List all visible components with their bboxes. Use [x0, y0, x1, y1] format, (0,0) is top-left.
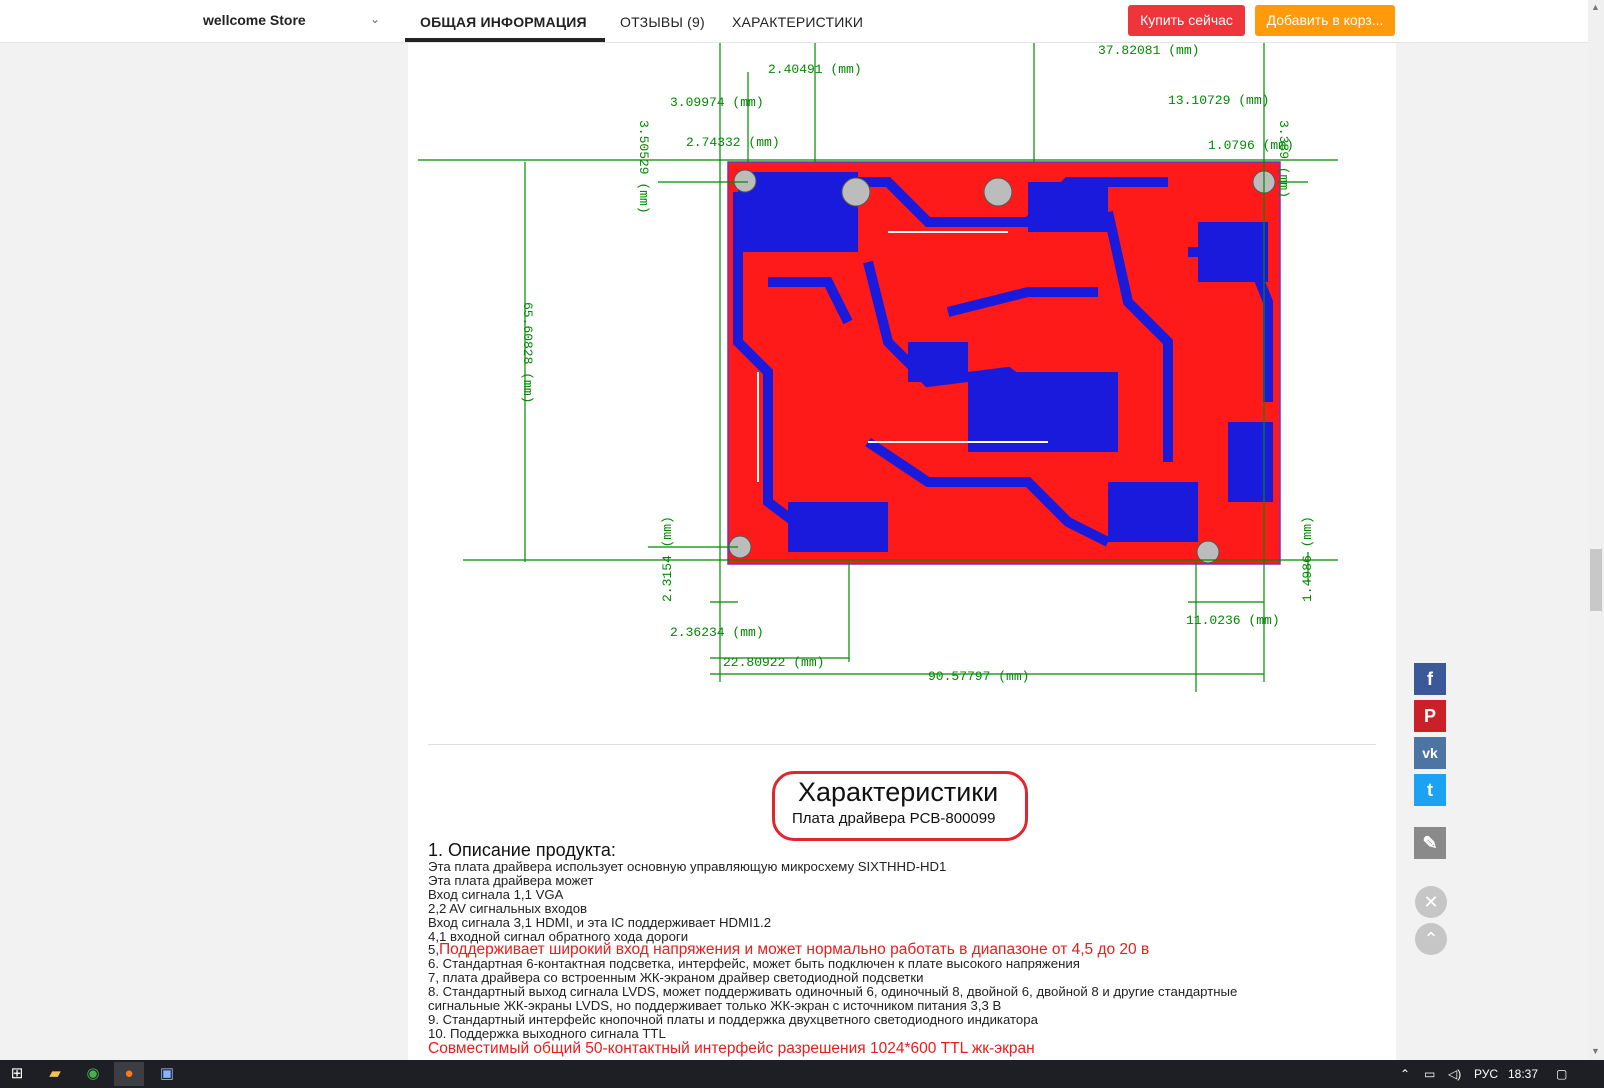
dim-label: 90.57797 (mm) [928, 669, 1029, 684]
buy-now-button[interactable]: Купить сейчас [1128, 5, 1245, 36]
active-tab-indicator [405, 38, 605, 42]
description-line: 10. Поддержка выходного сигнала TTL [428, 1025, 666, 1041]
description-line: Вход сигнала 1,1 VGA [428, 886, 564, 902]
dim-label: 2.3154 (mm) [660, 516, 675, 602]
dim-label: 37.82081 (mm) [1098, 43, 1199, 58]
vk-share-button[interactable]: vk [1414, 737, 1446, 769]
language-indicator[interactable]: РУС [1474, 1067, 1498, 1081]
pcb-dimension-drawing: 37.82081 (mm) 2.40491 (mm) 3.09974 (mm) … [418, 42, 1338, 692]
firefox-icon[interactable]: ● [114, 1062, 144, 1086]
dim-label: 65.60828 (mm) [520, 302, 535, 403]
store-header: wellcome Store ⌄ ОБЩАЯ ИНФОРМАЦИЯ ОТЗЫВЫ… [0, 0, 1588, 43]
pinterest-share-button[interactable]: P [1414, 700, 1446, 732]
dim-label: 2.40491 (mm) [768, 62, 862, 77]
product-description: 37.82081 (mm) 2.40491 (mm) 3.09974 (mm) … [408, 42, 1396, 1060]
dim-label: 13.10729 (mm) [1168, 93, 1269, 108]
dim-label: 22.80922 (mm) [723, 655, 824, 670]
scroll-to-top-icon[interactable]: ⌃ [1415, 923, 1447, 955]
description-line: 2,2 AV сигнальных входов [428, 900, 588, 916]
network-icon[interactable]: ▭ [1424, 1067, 1435, 1081]
scroll-thumb[interactable] [1590, 549, 1602, 611]
store-name[interactable]: wellcome Store [203, 12, 306, 28]
facebook-share-button[interactable]: f [1414, 663, 1446, 695]
description-heading: 1. Описание продукта: [428, 840, 616, 860]
description-line: Эта плата драйвера может [428, 872, 594, 888]
description-line: 9. Стандартный интерфейс кнопочной платы… [428, 1011, 1038, 1027]
volume-icon[interactable]: ◁) [1448, 1067, 1461, 1081]
tab-general-info[interactable]: ОБЩАЯ ИНФОРМАЦИЯ [420, 14, 587, 30]
dim-label: 3.50529 (mm) [636, 120, 651, 214]
description-line: Эта плата драйвера использует основную у… [428, 859, 947, 874]
description-line-red: Совместимый общий 50-контактный интерфей… [428, 1039, 1035, 1057]
folder-icon[interactable]: ▰ [40, 1062, 70, 1086]
dim-label: 1.4986 (mm) [1300, 516, 1315, 602]
clock[interactable]: 18:37 [1508, 1067, 1538, 1081]
description-line: 7, плата драйвера со встроенным ЖК-экран… [428, 970, 924, 986]
dim-label: 3.389 (mm) [1276, 120, 1291, 198]
app-icon[interactable]: ▣ [152, 1062, 182, 1086]
description-lines: Эта плата драйвера использует основную у… [428, 860, 1388, 1056]
close-icon[interactable]: ✕ [1415, 886, 1447, 918]
spec-title: Характеристики [798, 777, 999, 807]
section-divider [428, 744, 1376, 745]
chevron-down-icon[interactable]: ⌄ [370, 12, 380, 26]
dim-label: 2.74332 (mm) [686, 135, 780, 150]
scroll-up-arrow-icon[interactable]: ▲ [1591, 2, 1600, 12]
description-line: сигнальные ЖК-экраны LVDS, но поддержива… [428, 998, 1002, 1014]
edit-icon[interactable]: ✎ [1414, 827, 1446, 859]
description-line: Вход сигнала 3,1 HDMI, и эта IC поддержи… [428, 914, 772, 930]
add-to-cart-button[interactable]: Добавить в корз... [1255, 5, 1395, 36]
tray-chevron-icon[interactable]: ⌃ [1400, 1067, 1410, 1081]
chrome-icon[interactable]: ◉ [78, 1062, 108, 1086]
description-line: 8. Стандартный выход сигнала LVDS, может… [428, 984, 1238, 1000]
windows-taskbar [0, 1060, 1604, 1088]
description-line: 6. Стандартная 6-контактная подсветка, и… [428, 956, 1080, 972]
dim-label: 2.36234 (mm) [670, 625, 764, 640]
scroll-down-arrow-icon[interactable]: ▼ [1591, 1046, 1600, 1056]
twitter-share-button[interactable]: t [1414, 774, 1446, 806]
dim-label: 11.0236 (mm) [1186, 613, 1280, 628]
line-prefix: 5, [428, 942, 439, 958]
tab-reviews[interactable]: ОТЗЫВЫ (9) [620, 14, 705, 30]
page-scrollbar[interactable] [1588, 0, 1604, 1060]
spec-subtitle: Плата драйвера PCB-800099 [792, 810, 996, 827]
windows-icon[interactable]: ⊞ [2, 1062, 32, 1086]
tab-specifications[interactable]: ХАРАКТЕРИСТИКИ [732, 14, 863, 30]
dim-label: 3.09974 (mm) [670, 95, 764, 110]
notifications-icon[interactable]: ▢ [1556, 1067, 1567, 1081]
description-line-highlight: 5,Поддерживает широкий вход напряжения и… [428, 942, 1388, 958]
